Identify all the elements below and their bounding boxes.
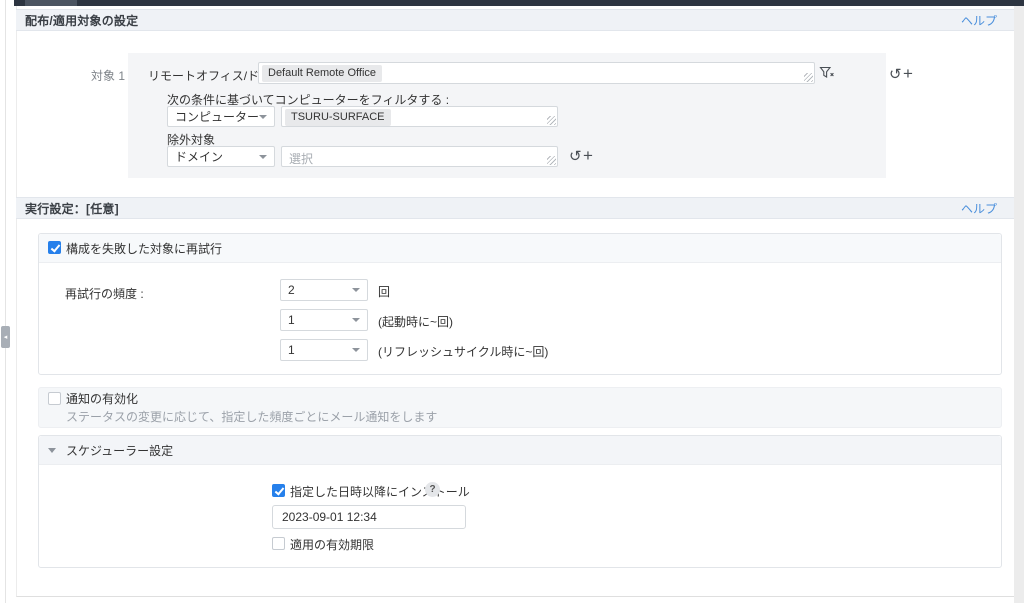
scheduler-card-header — [39, 436, 1001, 465]
resize-handle[interactable] — [547, 156, 556, 165]
retry-boot-dropdown[interactable]: 1 — [280, 309, 368, 331]
notification-description: ステータスの変更に応じて、指定した頻度ごとにメール通知をします — [66, 410, 438, 424]
retry-checkbox[interactable] — [48, 241, 61, 254]
exclude-value-input[interactable]: 選択 — [281, 146, 558, 167]
reset-target-icon[interactable]: ↺ — [889, 67, 902, 82]
scheduler-title: スケジューラー設定 — [66, 444, 174, 458]
install-after-label: 指定した日時以降にインストール — [290, 485, 470, 499]
collapse-caret-icon[interactable] — [48, 448, 56, 453]
section-title-distribution: 配布/適用対象の設定 — [25, 13, 139, 28]
remote-office-chip[interactable]: Default Remote Office — [262, 65, 383, 82]
retry-refresh-suffix: (リフレッシュサイクル時に~回) — [378, 345, 549, 359]
retry-frequency-label: 再試行の頻度 : — [65, 287, 144, 301]
filter-criteria-value: コンピューター — [175, 110, 260, 124]
retry-boot-suffix: (起動時に~回) — [378, 315, 454, 329]
reset-exclude-icon[interactable]: ↺ — [569, 149, 582, 164]
section-header-execution: 実行設定：[任意] ヘルプ — [16, 197, 1014, 219]
retry-title: 構成を失敗した対象に再試行 — [66, 242, 223, 256]
chevron-down-icon — [259, 114, 267, 119]
right-scroll-track[interactable] — [1014, 6, 1024, 603]
notification-title: 通知の有効化 — [66, 392, 139, 406]
resize-handle[interactable] — [804, 73, 813, 82]
retry-count-value: 2 — [288, 283, 295, 297]
exclude-placeholder: 選択 — [289, 152, 314, 166]
chevron-down-icon — [352, 288, 360, 292]
expiry-label: 適用の有効期限 — [290, 538, 375, 552]
add-exclude-icon[interactable]: + — [583, 147, 593, 164]
install-datetime-input[interactable]: 2023-09-01 12:34 — [272, 505, 466, 529]
help-question-icon[interactable]: ? — [425, 482, 440, 497]
retry-boot-value: 1 — [288, 313, 295, 327]
computer-filter-input[interactable]: TSURU-SURFACE — [281, 106, 558, 127]
retry-count-dropdown[interactable]: 2 — [280, 279, 368, 301]
retry-count-suffix: 回 — [378, 285, 391, 299]
retry-refresh-value: 1 — [288, 343, 295, 357]
filter-criteria-dropdown[interactable]: コンピューター — [167, 106, 275, 127]
target-index-label: 対象 1 — [90, 69, 125, 83]
sidebar-collapse-handle[interactable]: ◂ — [1, 326, 10, 348]
help-link-execution[interactable]: ヘルプ — [961, 200, 997, 217]
help-link-distribution[interactable]: ヘルプ — [961, 12, 997, 29]
exclude-type-value: ドメイン — [175, 150, 224, 164]
exclude-type-dropdown[interactable]: ドメイン — [167, 146, 275, 167]
section-header-distribution: 配布/適用対象の設定 ヘルプ — [16, 9, 1014, 31]
chevron-down-icon — [352, 318, 360, 322]
section-title-execution: 実行設定：[任意] — [25, 201, 119, 216]
chevron-down-icon — [259, 154, 267, 159]
filter-clear-icon[interactable] — [819, 66, 835, 83]
left-pane-divider — [5, 0, 6, 603]
add-target-icon[interactable]: + — [903, 65, 913, 82]
retry-refresh-dropdown[interactable]: 1 — [280, 339, 368, 361]
chevron-down-icon — [352, 348, 360, 352]
expiry-checkbox[interactable] — [272, 537, 285, 550]
install-after-checkbox[interactable] — [272, 484, 285, 497]
resize-handle[interactable] — [547, 116, 556, 125]
computer-chip[interactable]: TSURU-SURFACE — [285, 109, 391, 126]
notification-checkbox[interactable] — [48, 392, 61, 405]
scheduler-card — [38, 435, 1002, 568]
remote-office-input[interactable]: Default Remote Office — [258, 62, 815, 84]
